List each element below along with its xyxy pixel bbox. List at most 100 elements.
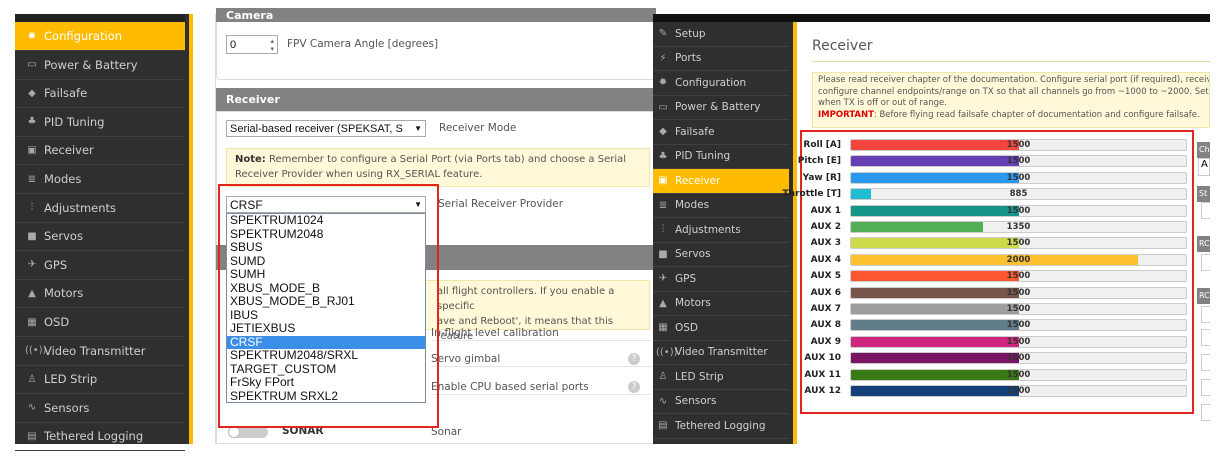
sidebar-item-label: Tethered Logging bbox=[675, 419, 766, 432]
sidebar-item-label: Tethered Logging bbox=[44, 429, 144, 444]
pid-icon: ♣ bbox=[27, 116, 37, 128]
channel-row: Yaw [R] 1500 bbox=[802, 171, 1196, 185]
sidebar-item-motors[interactable]: ▲ Motors bbox=[15, 279, 185, 309]
sidebar-item-modes[interactable]: ≣ Modes bbox=[653, 194, 789, 218]
sidebar-item-gps[interactable]: ✈ GPS bbox=[653, 267, 789, 292]
help-icon[interactable]: ? bbox=[628, 381, 640, 393]
sidebar-item-adjustments[interactable]: ⫶ Adjustments bbox=[15, 194, 185, 223]
sidebar-item-label: OSD bbox=[675, 321, 699, 334]
satellite-icon: ✈ bbox=[27, 259, 37, 271]
sidebar-item-servos[interactable]: ■ Servos bbox=[15, 222, 185, 252]
serial-note: Note: Remember to configure a Serial Por… bbox=[226, 148, 650, 187]
receiver-mode-select[interactable]: Serial-based receiver (SPEKSAT, S ▼ bbox=[226, 120, 426, 137]
help-icon[interactable]: ? bbox=[628, 353, 640, 365]
channel-row: AUX 3 1500 bbox=[806, 236, 1196, 250]
sidebar-item-label: Modes bbox=[44, 172, 82, 186]
sidebar-item-video-transmitter[interactable]: ((•)) Video Transmitter bbox=[15, 337, 185, 366]
side-input[interactable] bbox=[1201, 379, 1210, 396]
battery-icon: ▭ bbox=[27, 59, 37, 71]
sidebar-item-receiver[interactable]: ▣ Receiver bbox=[15, 136, 185, 166]
sidebar-item-failsafe[interactable]: ◆ Failsafe bbox=[653, 120, 789, 145]
sidebar-item-power-battery[interactable]: ▭ Power & Battery bbox=[15, 51, 185, 80]
side-input[interactable] bbox=[1201, 202, 1210, 219]
sidebar-item-servos[interactable]: ■ Servos bbox=[653, 243, 789, 267]
side-input[interactable] bbox=[1201, 254, 1210, 271]
sidebar-item-power-battery[interactable]: ▭ Power & Battery bbox=[653, 96, 789, 120]
sidebar-item-setup[interactable]: ✎ Setup bbox=[653, 22, 789, 47]
channel-label: AUX 1 bbox=[810, 205, 841, 216]
sidebar-item-modes[interactable]: ≣ Modes bbox=[15, 165, 185, 194]
side-panel-header: Ch bbox=[1197, 142, 1210, 158]
sidebar-item-video-transmitter[interactable]: ((•)) Video Transmitter bbox=[653, 341, 789, 365]
sidebar-item-failsafe[interactable]: ◆ Failsafe bbox=[15, 79, 185, 109]
channel-bar: 1500 bbox=[850, 286, 1187, 299]
sidebar-item-osd[interactable]: ▦ OSD bbox=[653, 316, 789, 341]
sidebar-item-label: LED Strip bbox=[675, 370, 724, 383]
channel-label: Pitch [E] bbox=[797, 156, 841, 167]
camera-angle-input[interactable]: 0 ▴ ▾ bbox=[226, 35, 278, 54]
sidebar-item-osd[interactable]: ▦ OSD bbox=[15, 308, 185, 337]
channel-row: Pitch [E] 1500 bbox=[798, 154, 1196, 168]
channel-label: AUX 4 bbox=[810, 254, 841, 265]
channel-row: AUX 10 1500 bbox=[804, 351, 1196, 365]
sidebar-item-label: Motors bbox=[675, 297, 711, 310]
side-select[interactable]: A bbox=[1198, 158, 1210, 176]
side-input[interactable] bbox=[1201, 329, 1210, 346]
sidebar-item-label: PID Tuning bbox=[675, 150, 731, 163]
feature-row-label: Enable CPU based serial ports bbox=[431, 381, 589, 393]
sidebar-item-sensors[interactable]: ∿ Sensors bbox=[653, 390, 789, 414]
configuration-panel: Camera 0 ▴ ▾ FPV Camera Angle [degrees] Re… bbox=[215, 8, 656, 444]
side-input[interactable] bbox=[1201, 404, 1210, 421]
sidebar-item-configuration[interactable]: ✹ Configuration bbox=[15, 22, 185, 51]
channel-bar: 1500 bbox=[850, 171, 1187, 184]
sidebar-item-pid-tuning[interactable]: ♣ PID Tuning bbox=[653, 145, 789, 169]
gear-icon: ✹ bbox=[658, 77, 668, 89]
channel-label: Yaw [R] bbox=[802, 172, 841, 183]
sidebar-item-led-strip[interactable]: ♙ LED Strip bbox=[15, 365, 185, 395]
modes-icon: ≣ bbox=[658, 199, 668, 211]
sidebar-item-sensors[interactable]: ∿ Sensors bbox=[15, 394, 185, 423]
sidebar-item-label: Failsafe bbox=[675, 125, 715, 138]
sidebar-item-led-strip[interactable]: ♙ LED Strip bbox=[653, 365, 789, 390]
sidebar-item-label: Configuration bbox=[675, 76, 747, 89]
channel-value: 1500 bbox=[1006, 287, 1031, 298]
spinner-icon[interactable]: ▴ ▾ bbox=[270, 37, 274, 53]
sidebar-item-adjustments[interactable]: ⫶ Adjustments bbox=[653, 218, 789, 243]
channel-bar: 1500 bbox=[850, 155, 1187, 168]
sidebar-item-tethered-logging[interactable]: ▤ Tethered Logging bbox=[653, 414, 789, 439]
sidebar-item-gps[interactable]: ✈ GPS bbox=[15, 251, 185, 280]
sidebar-item-tethered-logging[interactable]: ▤ Tethered Logging bbox=[15, 422, 185, 452]
channel-label: AUX 10 bbox=[804, 353, 841, 364]
channel-bar: 2000 bbox=[850, 253, 1187, 266]
dropdown-arrow-icon: ▼ bbox=[414, 124, 422, 133]
gear-icon: ✹ bbox=[27, 30, 37, 42]
sidebar-item-label: Receiver bbox=[44, 143, 94, 158]
sidebar-item-pid-tuning[interactable]: ♣ PID Tuning bbox=[15, 108, 185, 137]
channel-row: AUX 1 1500 bbox=[806, 204, 1196, 218]
sidebar-item-label: Sensors bbox=[675, 395, 717, 408]
channel-bar: 1500 bbox=[850, 237, 1187, 250]
sidebar-item-receiver[interactable]: ▣ Receiver bbox=[653, 169, 789, 194]
satellite-icon: ✈ bbox=[658, 273, 668, 285]
divider bbox=[431, 366, 651, 367]
sidebar-item-label: Power & Battery bbox=[675, 101, 761, 114]
channel-value: 1500 bbox=[1006, 172, 1031, 183]
channel-label: Throttle [T] bbox=[782, 189, 841, 200]
pid-icon: ♣ bbox=[658, 150, 668, 162]
battery-icon: ▭ bbox=[658, 101, 668, 113]
side-input[interactable] bbox=[1201, 306, 1210, 323]
channel-value: 1500 bbox=[1006, 238, 1031, 249]
sidebar-item-ports[interactable]: ⚡ Ports bbox=[653, 47, 789, 71]
log-icon: ▤ bbox=[658, 420, 668, 432]
divider bbox=[431, 394, 651, 395]
channel-value: 1500 bbox=[1006, 205, 1031, 216]
channel-row: Throttle [T] 885 bbox=[783, 187, 1196, 201]
sidebar-item-label: Video Transmitter bbox=[44, 343, 146, 358]
channel-bar: 1500 bbox=[850, 139, 1187, 151]
sidebar-item-configuration[interactable]: ✹ Configuration bbox=[653, 71, 789, 96]
channel-row: AUX 4 2000 bbox=[806, 253, 1196, 267]
side-input[interactable] bbox=[1201, 354, 1210, 371]
channel-bar: 1500 bbox=[850, 319, 1187, 332]
sidebar-item-motors[interactable]: ▲ Motors bbox=[653, 292, 789, 316]
led-icon: ♙ bbox=[27, 373, 37, 385]
